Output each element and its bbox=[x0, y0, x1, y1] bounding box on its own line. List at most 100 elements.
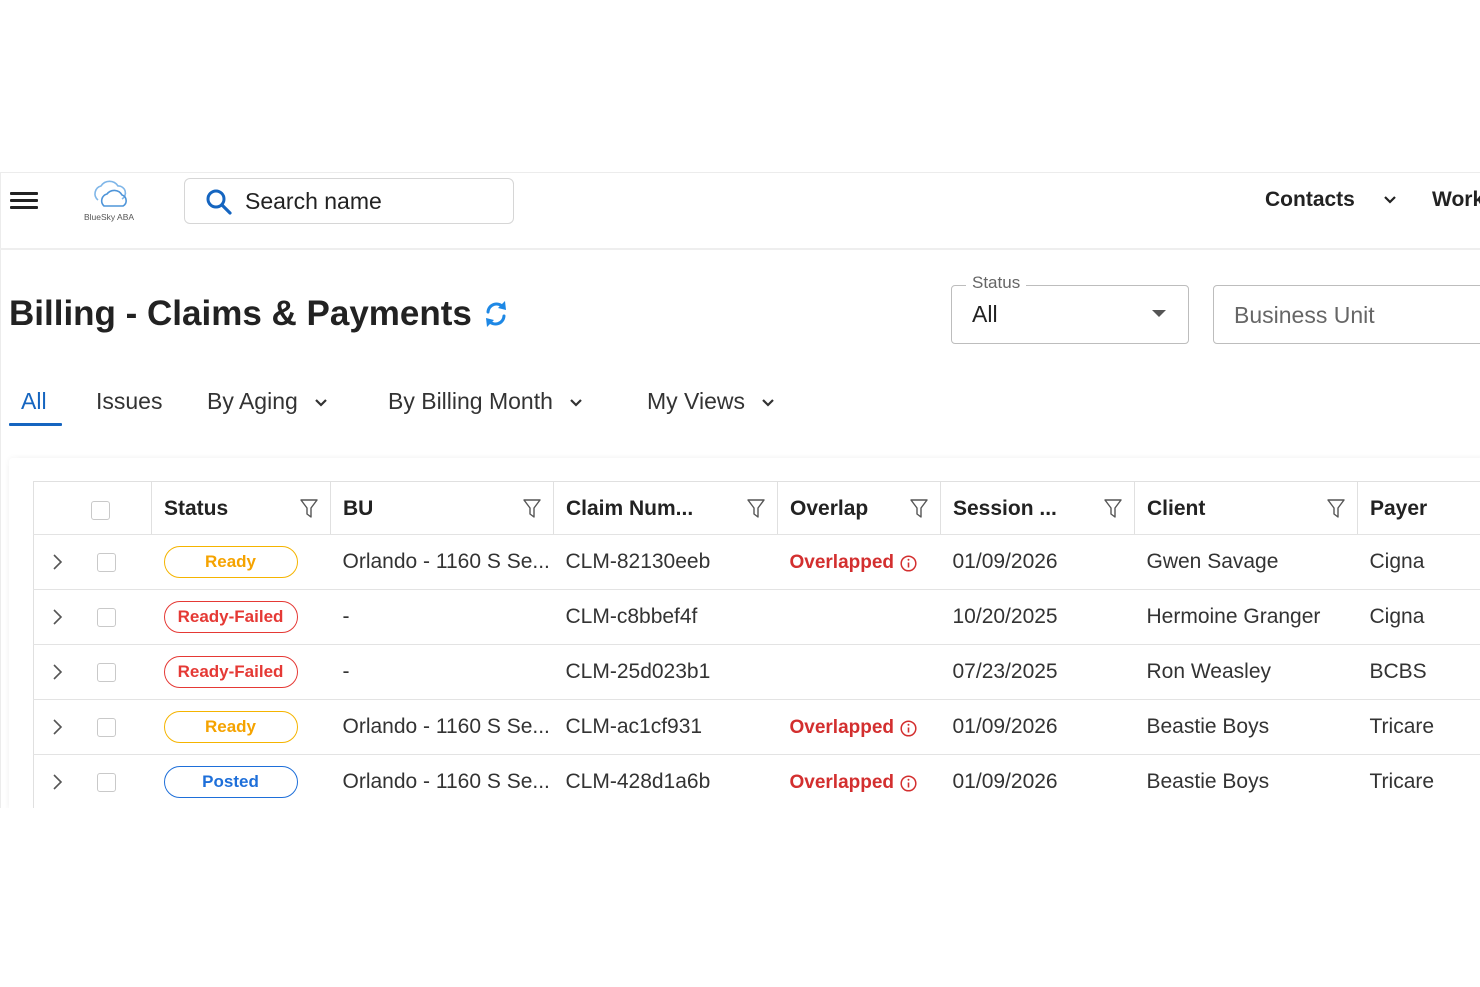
column-header-label: Client bbox=[1147, 497, 1206, 520]
row-checkbox[interactable] bbox=[96, 552, 116, 572]
claim-number-cell[interactable]: CLM-82130eeb bbox=[553, 534, 778, 590]
overlap-text: Overlapped bbox=[789, 717, 895, 738]
client-cell[interactable]: Ron Weasley bbox=[1134, 644, 1358, 700]
tab-by-billing-month[interactable]: By Billing Month bbox=[388, 388, 583, 415]
row-checkbox[interactable] bbox=[96, 607, 116, 627]
tab-by-aging[interactable]: By Aging bbox=[207, 388, 328, 415]
table-row[interactable]: Ready-Failed - CLM-c8bbef4f 10/20/2025 H… bbox=[33, 589, 1480, 645]
business-unit-input[interactable] bbox=[1234, 300, 1474, 330]
status-cell: Ready-Failed bbox=[151, 589, 331, 645]
status-cell: Posted bbox=[151, 754, 331, 810]
tab-by-aging-label: By Aging bbox=[207, 388, 298, 414]
overlap-indicator: Overlapped bbox=[790, 772, 918, 794]
filter-icon[interactable] bbox=[910, 499, 928, 519]
column-header-payer[interactable]: Payer bbox=[1357, 481, 1480, 535]
claim-number-cell[interactable]: CLM-ac1cf931 bbox=[553, 699, 778, 755]
filter-icon[interactable] bbox=[300, 499, 318, 519]
menu-button[interactable] bbox=[10, 190, 38, 212]
payer-cell: Cigna bbox=[1357, 534, 1480, 590]
search-icon bbox=[206, 189, 232, 215]
search-input[interactable] bbox=[245, 187, 495, 215]
status-badge: Ready-Failed bbox=[163, 601, 298, 633]
status-badge: Posted bbox=[163, 766, 298, 798]
topbar-top-border bbox=[0, 172, 1480, 173]
payer-cell: Tricare bbox=[1357, 699, 1480, 755]
column-header-status[interactable]: Status bbox=[151, 481, 331, 535]
claim-number-cell[interactable]: CLM-428d1a6b bbox=[553, 754, 778, 810]
chevron-right-icon[interactable] bbox=[50, 663, 64, 681]
info-icon[interactable] bbox=[900, 554, 917, 572]
refresh-icon[interactable] bbox=[480, 298, 512, 330]
status-badge: Ready bbox=[163, 711, 298, 743]
column-header-label: Status bbox=[164, 497, 229, 520]
info-icon[interactable] bbox=[900, 774, 917, 792]
filter-icon[interactable] bbox=[747, 499, 765, 519]
bu-cell: Orlando - 1160 S Se... bbox=[330, 534, 554, 590]
status-select[interactable]: All bbox=[951, 285, 1189, 344]
chevron-right-icon[interactable] bbox=[50, 718, 64, 736]
tab-by-billing-month-label: By Billing Month bbox=[388, 388, 553, 414]
row-controls-cell bbox=[33, 754, 152, 810]
row-checkbox[interactable] bbox=[96, 717, 116, 737]
column-header-session[interactable]: Session ... bbox=[940, 481, 1135, 535]
claims-table: Status BU Claim Num... Overlap Session .… bbox=[33, 481, 1480, 810]
payer-cell: Cigna bbox=[1357, 589, 1480, 645]
filter-icon[interactable] bbox=[1327, 499, 1345, 519]
client-cell[interactable]: Beastie Boys bbox=[1134, 754, 1358, 810]
tab-all[interactable]: All bbox=[21, 388, 47, 415]
select-all-checkbox[interactable] bbox=[91, 501, 110, 520]
session-date-cell: 01/09/2026 bbox=[940, 699, 1135, 755]
filter-icon[interactable] bbox=[1104, 499, 1122, 519]
business-unit-field[interactable] bbox=[1213, 285, 1480, 344]
bu-cell: - bbox=[330, 589, 554, 645]
overlap-cell bbox=[777, 644, 941, 700]
app-logo[interactable]: BlueSky ABA bbox=[76, 178, 142, 226]
tab-my-views[interactable]: My Views bbox=[647, 388, 775, 415]
row-controls-cell bbox=[33, 644, 152, 700]
table-row[interactable]: Ready-Failed - CLM-25d023b1 07/23/2025 R… bbox=[33, 644, 1480, 700]
chevron-down-icon bbox=[1383, 196, 1396, 205]
table-row[interactable]: Ready Orlando - 1160 S Se... CLM-82130ee… bbox=[33, 534, 1480, 590]
nav-work-label: Work bbox=[1432, 188, 1480, 211]
client-cell[interactable]: Hermoine Granger bbox=[1134, 589, 1358, 645]
chevron-right-icon[interactable] bbox=[50, 773, 64, 791]
chevron-down-icon bbox=[762, 399, 775, 407]
row-controls-cell bbox=[33, 699, 152, 755]
row-checkbox[interactable] bbox=[96, 772, 116, 792]
claim-number-cell[interactable]: CLM-c8bbef4f bbox=[553, 589, 778, 645]
payer-cell: BCBS bbox=[1357, 644, 1480, 700]
column-header-label: Claim Num... bbox=[566, 497, 694, 520]
bu-cell: - bbox=[330, 644, 554, 700]
chevron-right-icon[interactable] bbox=[50, 608, 64, 626]
payer-cell: Tricare bbox=[1357, 754, 1480, 810]
table-row[interactable]: Ready Orlando - 1160 S Se... CLM-ac1cf93… bbox=[33, 699, 1480, 755]
filter-icon[interactable] bbox=[523, 499, 541, 519]
info-icon[interactable] bbox=[900, 719, 917, 737]
column-header-client[interactable]: Client bbox=[1134, 481, 1358, 535]
session-date-cell: 07/23/2025 bbox=[940, 644, 1135, 700]
row-checkbox[interactable] bbox=[96, 662, 116, 682]
nav-work[interactable]: Work bbox=[1432, 188, 1480, 212]
client-cell[interactable]: Beastie Boys bbox=[1134, 699, 1358, 755]
status-badge: Ready bbox=[163, 546, 298, 578]
column-header-bu[interactable]: BU bbox=[330, 481, 554, 535]
column-header-claim-number[interactable]: Claim Num... bbox=[553, 481, 778, 535]
row-controls-cell bbox=[33, 589, 152, 645]
column-header-label: Session ... bbox=[953, 497, 1057, 520]
column-header-overlap[interactable]: Overlap bbox=[777, 481, 941, 535]
caret-down-icon bbox=[1152, 310, 1166, 317]
overlap-indicator: Overlapped bbox=[790, 552, 918, 574]
overlap-text: Overlapped bbox=[789, 552, 895, 573]
bu-cell: Orlando - 1160 S Se... bbox=[330, 754, 554, 810]
status-select-value: All bbox=[972, 301, 998, 327]
tab-issues[interactable]: Issues bbox=[96, 388, 162, 415]
status-select-label: Status bbox=[966, 273, 1027, 293]
nav-contacts[interactable]: Contacts bbox=[1265, 188, 1397, 212]
claim-number-cell[interactable]: CLM-25d023b1 bbox=[553, 644, 778, 700]
chevron-right-icon[interactable] bbox=[50, 553, 64, 571]
table-row[interactable]: Posted Orlando - 1160 S Se... CLM-428d1a… bbox=[33, 754, 1480, 810]
table-header-row: Status BU Claim Num... Overlap Session .… bbox=[33, 481, 1480, 535]
search-box[interactable] bbox=[184, 178, 514, 224]
nav-contacts-label: Contacts bbox=[1265, 188, 1355, 211]
client-cell[interactable]: Gwen Savage bbox=[1134, 534, 1358, 590]
